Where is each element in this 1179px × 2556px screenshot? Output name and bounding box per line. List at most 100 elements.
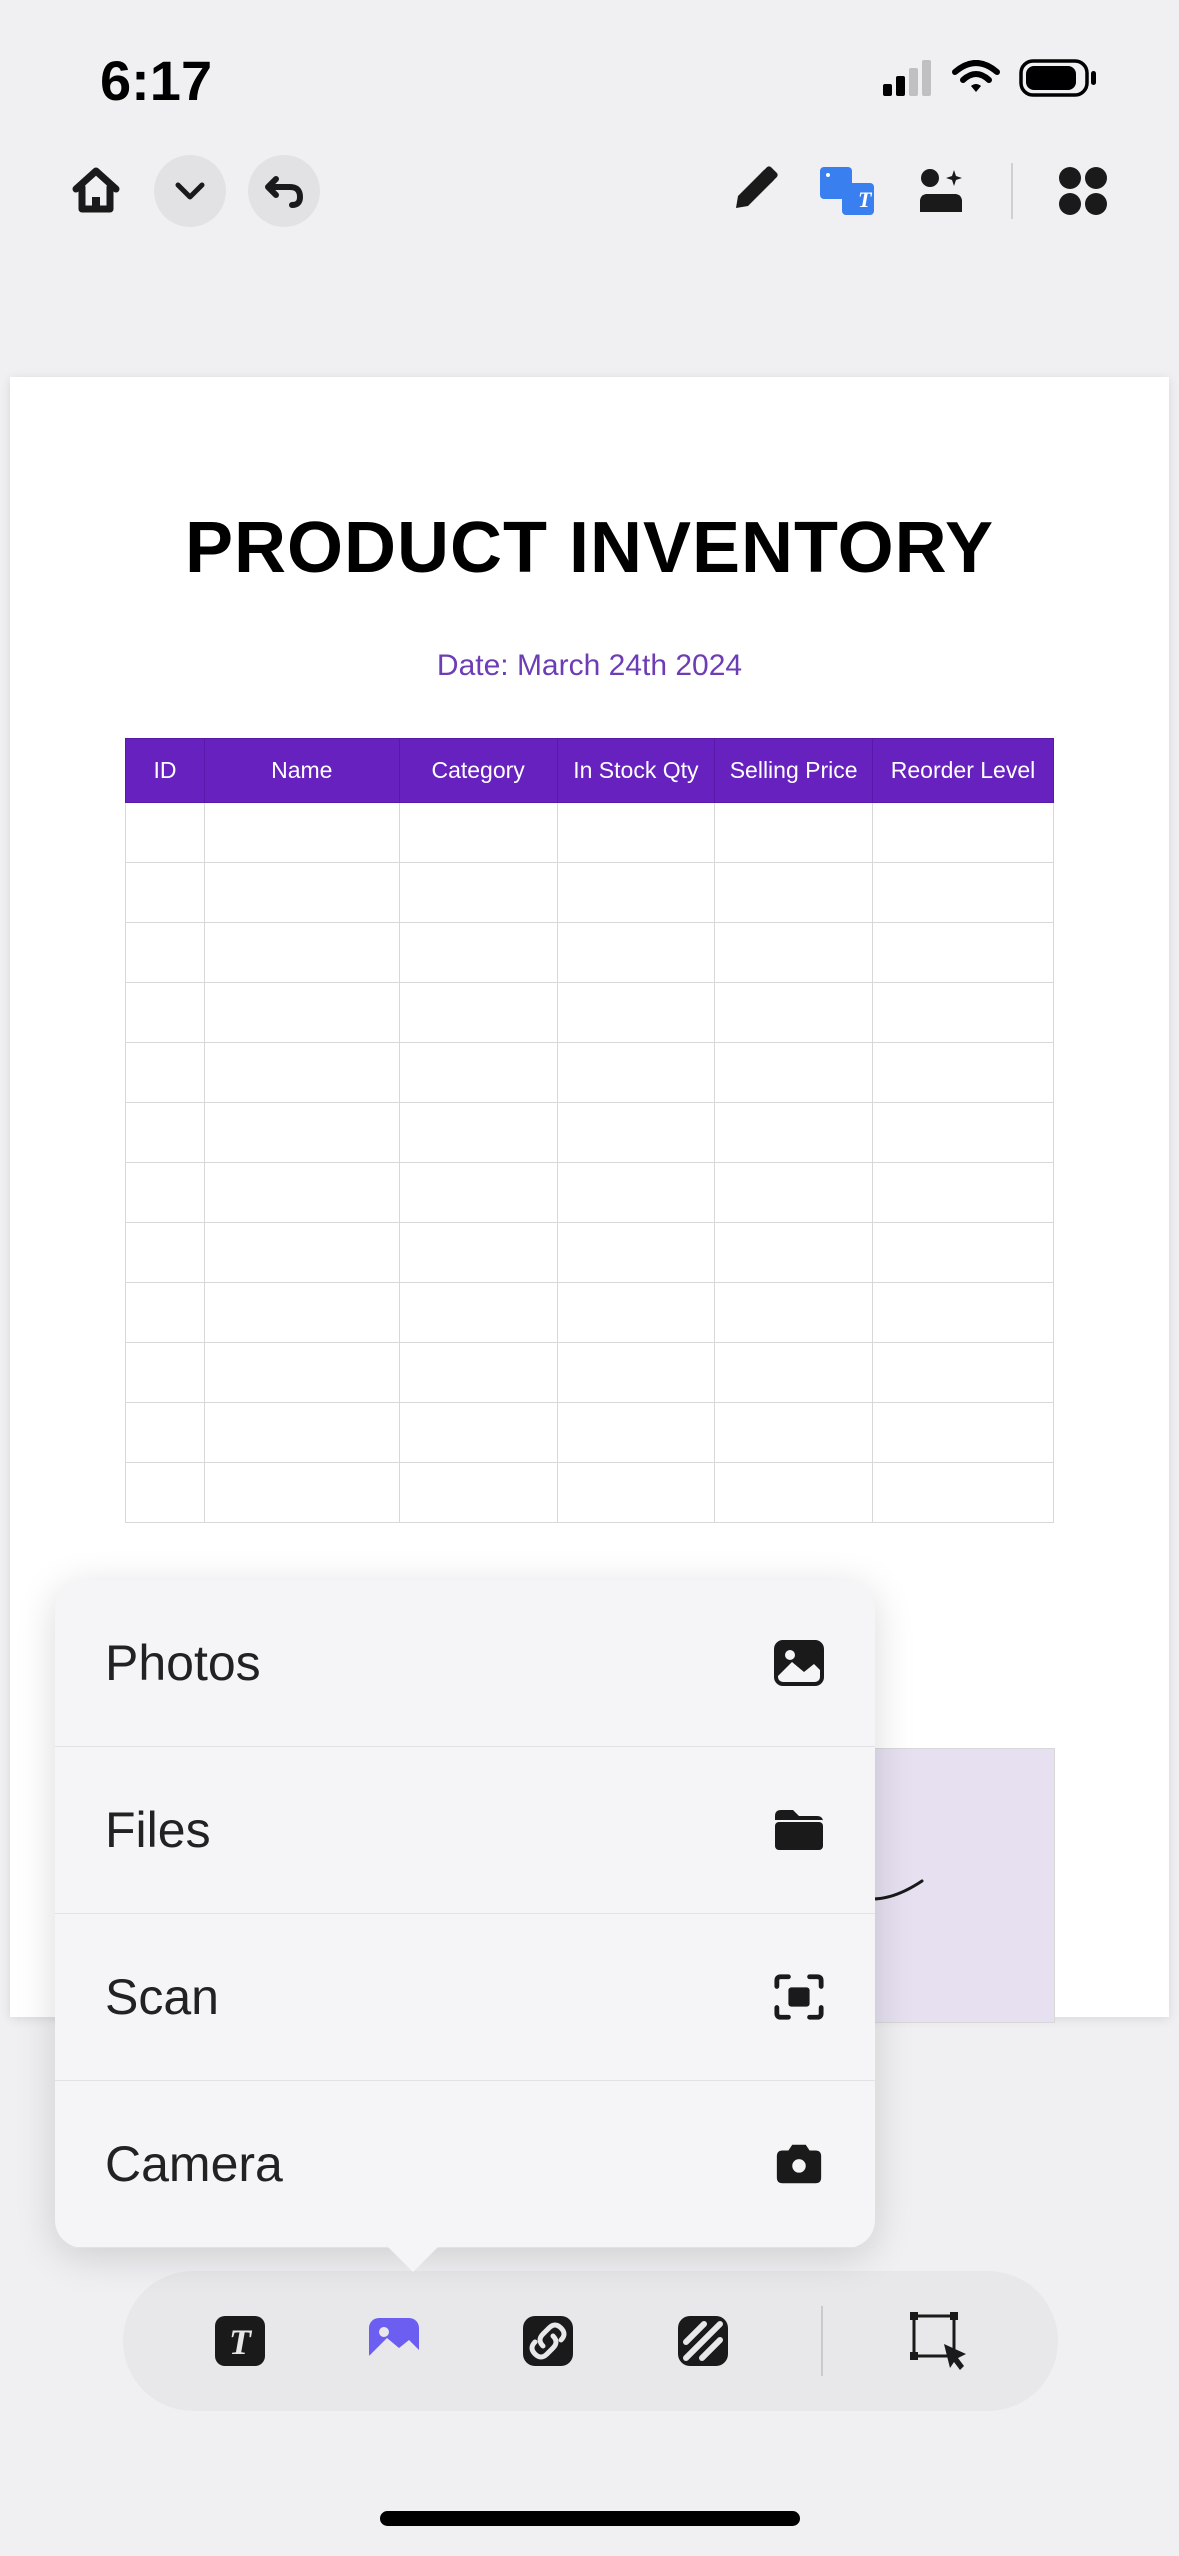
select-tool-button[interactable] — [905, 2305, 977, 2377]
table-cell[interactable] — [557, 1223, 715, 1283]
table-cell[interactable] — [204, 1403, 399, 1463]
table-cell[interactable] — [873, 803, 1054, 863]
table-cell[interactable] — [873, 1103, 1054, 1163]
table-cell[interactable] — [715, 863, 873, 923]
table-cell[interactable] — [873, 1283, 1054, 1343]
popover-item-camera[interactable]: Camera — [55, 2081, 875, 2248]
table-cell[interactable] — [715, 1403, 873, 1463]
table-cell[interactable] — [873, 923, 1054, 983]
table-row[interactable] — [126, 983, 1054, 1043]
table-row[interactable] — [126, 1163, 1054, 1223]
image-tool-button[interactable] — [358, 2305, 430, 2377]
table-row[interactable] — [126, 1283, 1054, 1343]
table-cell[interactable] — [399, 803, 557, 863]
table-cell[interactable] — [399, 983, 557, 1043]
table-cell[interactable] — [204, 1103, 399, 1163]
table-cell[interactable] — [204, 1463, 399, 1523]
text-tool-button[interactable]: T — [204, 2305, 276, 2377]
table-cell[interactable] — [204, 863, 399, 923]
table-cell[interactable] — [399, 923, 557, 983]
table-cell[interactable] — [557, 803, 715, 863]
table-cell[interactable] — [715, 1103, 873, 1163]
table-row[interactable] — [126, 1343, 1054, 1403]
table-cell[interactable] — [873, 1043, 1054, 1103]
table-cell[interactable] — [399, 1283, 557, 1343]
table-cell[interactable] — [715, 803, 873, 863]
table-cell[interactable] — [399, 1103, 557, 1163]
table-cell[interactable] — [126, 803, 205, 863]
table-cell[interactable] — [126, 983, 205, 1043]
popover-item-photos[interactable]: Photos — [55, 1580, 875, 1747]
table-cell[interactable] — [399, 1463, 557, 1523]
table-cell[interactable] — [715, 1463, 873, 1523]
table-cell[interactable] — [557, 1283, 715, 1343]
ai-image-button[interactable] — [905, 155, 977, 227]
text-style-button[interactable]: T — [811, 155, 883, 227]
apps-grid-button[interactable] — [1047, 155, 1119, 227]
table-cell[interactable] — [557, 1463, 715, 1523]
table-cell[interactable] — [873, 1343, 1054, 1403]
table-cell[interactable] — [873, 863, 1054, 923]
table-row[interactable] — [126, 923, 1054, 983]
popover-item-files[interactable]: Files — [55, 1747, 875, 1914]
table-cell[interactable] — [873, 983, 1054, 1043]
table-cell[interactable] — [126, 923, 205, 983]
table-cell[interactable] — [715, 983, 873, 1043]
table-cell[interactable] — [557, 1103, 715, 1163]
table-cell[interactable] — [204, 983, 399, 1043]
table-cell[interactable] — [715, 1223, 873, 1283]
table-cell[interactable] — [399, 1343, 557, 1403]
table-cell[interactable] — [873, 1223, 1054, 1283]
table-row[interactable] — [126, 1103, 1054, 1163]
table-cell[interactable] — [126, 1283, 205, 1343]
table-row[interactable] — [126, 863, 1054, 923]
table-cell[interactable] — [715, 1343, 873, 1403]
table-cell[interactable] — [557, 863, 715, 923]
table-cell[interactable] — [204, 1163, 399, 1223]
table-cell[interactable] — [204, 1223, 399, 1283]
table-cell[interactable] — [557, 1043, 715, 1103]
table-cell[interactable] — [873, 1403, 1054, 1463]
table-cell[interactable] — [204, 923, 399, 983]
table-cell[interactable] — [873, 1163, 1054, 1223]
table-cell[interactable] — [873, 1463, 1054, 1523]
popover-item-scan[interactable]: Scan — [55, 1914, 875, 2081]
table-cell[interactable] — [204, 803, 399, 863]
table-cell[interactable] — [126, 1043, 205, 1103]
table-cell[interactable] — [126, 1223, 205, 1283]
table-row[interactable] — [126, 1043, 1054, 1103]
table-cell[interactable] — [557, 983, 715, 1043]
link-tool-button[interactable] — [512, 2305, 584, 2377]
table-cell[interactable] — [126, 1463, 205, 1523]
dropdown-button[interactable] — [154, 155, 226, 227]
table-cell[interactable] — [557, 1163, 715, 1223]
table-cell[interactable] — [204, 1043, 399, 1103]
table-cell[interactable] — [399, 863, 557, 923]
table-cell[interactable] — [715, 1283, 873, 1343]
table-cell[interactable] — [204, 1343, 399, 1403]
texture-tool-button[interactable] — [667, 2305, 739, 2377]
table-cell[interactable] — [557, 1343, 715, 1403]
table-cell[interactable] — [399, 1223, 557, 1283]
table-cell[interactable] — [126, 863, 205, 923]
highlighter-button[interactable] — [717, 155, 789, 227]
table-row[interactable] — [126, 1463, 1054, 1523]
table-cell[interactable] — [126, 1403, 205, 1463]
table-cell[interactable] — [399, 1043, 557, 1103]
table-row[interactable] — [126, 803, 1054, 863]
table-cell[interactable] — [399, 1403, 557, 1463]
table-row[interactable] — [126, 1223, 1054, 1283]
table-row[interactable] — [126, 1403, 1054, 1463]
undo-button[interactable] — [248, 155, 320, 227]
table-cell[interactable] — [126, 1103, 205, 1163]
table-cell[interactable] — [557, 923, 715, 983]
table-cell[interactable] — [399, 1163, 557, 1223]
table-cell[interactable] — [715, 1043, 873, 1103]
table-cell[interactable] — [715, 1163, 873, 1223]
table-cell[interactable] — [557, 1403, 715, 1463]
table-cell[interactable] — [204, 1283, 399, 1343]
table-cell[interactable] — [715, 923, 873, 983]
table-cell[interactable] — [126, 1343, 205, 1403]
home-button[interactable] — [60, 155, 132, 227]
table-cell[interactable] — [126, 1163, 205, 1223]
